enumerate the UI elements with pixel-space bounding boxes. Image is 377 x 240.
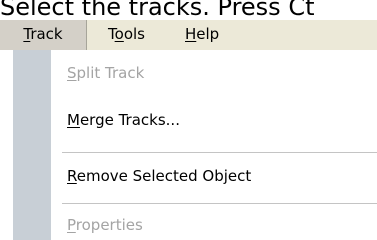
- menu-tools-mnemonic: o: [114, 25, 124, 43]
- track-dropdown-menu: Split Track Merge Tracks... Remove Selec…: [0, 50, 377, 240]
- menu-tools[interactable]: Tools: [108, 20, 145, 50]
- menu-separator: [62, 203, 377, 204]
- menu-item-remove-selected-object[interactable]: Remove Selected Object: [67, 167, 251, 185]
- split-track-mnemonic: S: [67, 64, 77, 82]
- menu-bar: Track Tools Help: [0, 20, 377, 50]
- remove-selected-label: emove Selected Object: [76, 167, 252, 185]
- menu-tools-label: ols: [123, 25, 145, 43]
- merge-tracks-mnemonic: M: [67, 111, 80, 129]
- menu-item-merge-tracks[interactable]: Merge Tracks...: [67, 111, 180, 129]
- menu-item-properties[interactable]: Properties: [67, 216, 143, 234]
- menu-item-split-track[interactable]: Split Track: [67, 64, 144, 82]
- split-track-label: plit Track: [76, 64, 145, 82]
- remove-selected-mnemonic: R: [67, 167, 77, 185]
- properties-mnemonic: P: [67, 216, 76, 234]
- instruction-caption: Select the tracks. Press Ct: [0, 0, 315, 21]
- menu-help[interactable]: Help: [185, 20, 219, 50]
- menu-tools-prefix: T: [108, 25, 115, 43]
- menu-separator: [62, 152, 377, 153]
- menu-help-mnemonic: H: [185, 25, 197, 43]
- menu-help-label: elp: [196, 25, 220, 43]
- menu-icon-gutter: [13, 50, 51, 240]
- menu-track-label: rack: [30, 25, 63, 43]
- menu-track[interactable]: Track: [0, 20, 87, 50]
- properties-label: roperties: [75, 216, 143, 234]
- merge-tracks-label: erge Tracks...: [79, 111, 180, 129]
